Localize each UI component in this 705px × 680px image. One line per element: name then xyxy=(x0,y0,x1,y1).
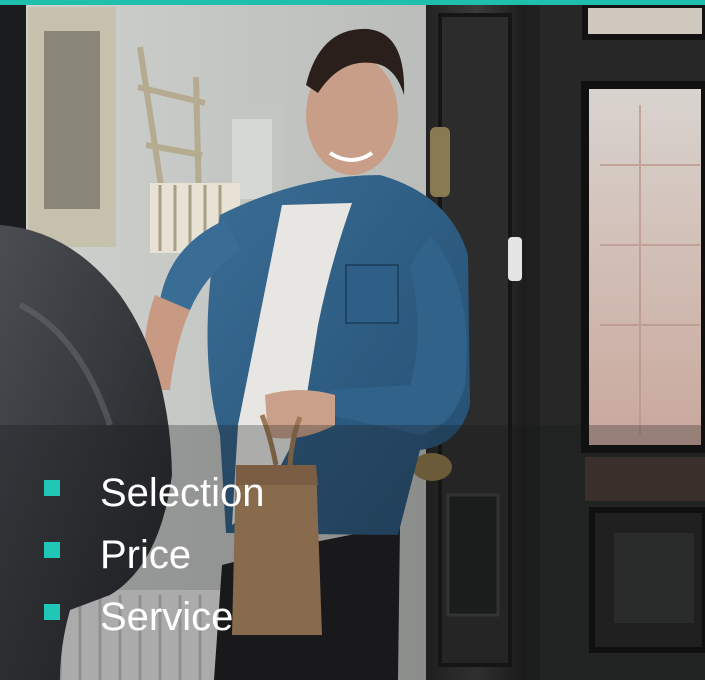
bullet-label-service: Service xyxy=(100,595,234,639)
bullet-label-selection: Selection xyxy=(100,471,265,515)
bullet-list: Selection Price Service xyxy=(44,462,265,648)
square-bullet-icon xyxy=(44,604,60,620)
square-bullet-icon xyxy=(44,480,60,496)
slide: Selection Price Service xyxy=(0,0,705,680)
list-item: Selection xyxy=(44,462,265,524)
bullet-label-price: Price xyxy=(100,533,192,577)
square-bullet-icon xyxy=(44,542,60,558)
list-item: Service xyxy=(44,586,265,648)
list-item: Price xyxy=(44,524,265,586)
